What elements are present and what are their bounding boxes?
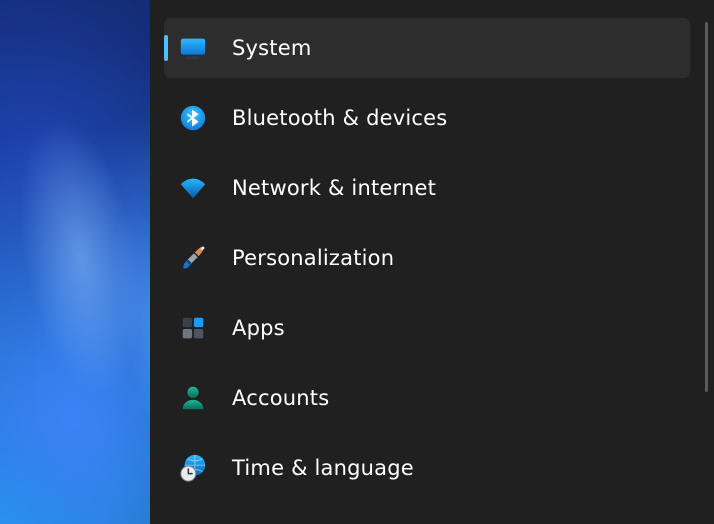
nav-label: Personalization: [232, 246, 682, 270]
display-icon: [176, 31, 210, 65]
selection-indicator: [164, 35, 168, 61]
settings-sidebar: System Bluetooth & devices: [150, 0, 714, 524]
nav-label: Apps: [232, 316, 682, 340]
wifi-icon: [176, 171, 210, 205]
settings-nav-list: System Bluetooth & devices: [150, 18, 714, 498]
globe-clock-icon: [176, 451, 210, 485]
nav-item-bluetooth[interactable]: Bluetooth & devices: [164, 88, 690, 148]
apps-icon: [176, 311, 210, 345]
scrollbar-vertical[interactable]: [705, 22, 708, 392]
nav-item-accounts[interactable]: Accounts: [164, 368, 690, 428]
nav-item-system[interactable]: System: [164, 18, 690, 78]
nav-item-apps[interactable]: Apps: [164, 298, 690, 358]
windows-11-settings-snippet: System Bluetooth & devices: [0, 0, 714, 524]
nav-item-personalization[interactable]: Personalization: [164, 228, 690, 288]
nav-label: Bluetooth & devices: [232, 106, 682, 130]
nav-label: Time & language: [232, 456, 682, 480]
paintbrush-icon: [176, 241, 210, 275]
nav-item-time-language[interactable]: Time & language: [164, 438, 690, 498]
nav-item-network[interactable]: Network & internet: [164, 158, 690, 218]
nav-label: Accounts: [232, 386, 682, 410]
nav-label: System: [232, 36, 682, 60]
bluetooth-icon: [176, 101, 210, 135]
person-icon: [176, 381, 210, 415]
nav-label: Network & internet: [232, 176, 682, 200]
